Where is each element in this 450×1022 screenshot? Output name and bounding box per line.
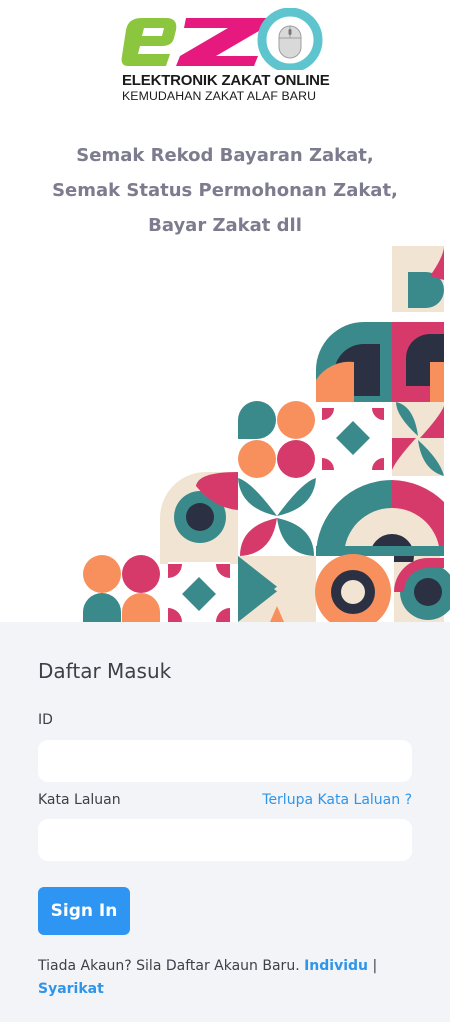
signup-separator: |	[372, 958, 378, 974]
login-title: Daftar Masuk	[38, 659, 172, 683]
signup-individu-link[interactable]: Individu	[304, 958, 368, 974]
login-panel: Daftar Masuk ID Kata Laluan Terlupa Kata…	[0, 622, 450, 1022]
id-label: ID	[38, 712, 53, 728]
ezo-logo: ELEKTRONIK ZAKAT ONLINE KEMUDAHAN ZAKAT …	[118, 8, 332, 103]
logo-subtitle: KEMUDAHAN ZAKAT ALAF BARU	[122, 89, 317, 103]
signup-prompt: Tiada Akaun? Sila Daftar Akaun Baru. Ind…	[38, 955, 418, 1001]
geometric-pattern-illustration	[83, 246, 450, 622]
forgot-password-link[interactable]: Terlupa Kata Laluan ?	[262, 792, 412, 808]
tagline-line: Semak Rekod Bayaran Zakat,	[76, 145, 374, 166]
mouse-icon	[278, 25, 302, 59]
password-input[interactable]	[38, 819, 412, 861]
logo-mark	[121, 8, 323, 70]
tagline-line: Semak Status Permohonan Zakat,	[52, 180, 398, 201]
password-label: Kata Laluan	[38, 792, 121, 808]
tagline: Semak Rekod Bayaran Zakat, Semak Status …	[0, 138, 450, 243]
signup-text: Tiada Akaun? Sila Daftar Akaun Baru.	[38, 958, 300, 974]
tagline-line: Bayar Zakat dll	[148, 215, 302, 236]
id-input[interactable]	[38, 740, 412, 782]
signup-syarikat-link[interactable]: Syarikat	[38, 981, 104, 997]
sign-in-button[interactable]: Sign In	[38, 887, 130, 935]
logo-title: ELEKTRONIK ZAKAT ONLINE	[122, 72, 330, 89]
